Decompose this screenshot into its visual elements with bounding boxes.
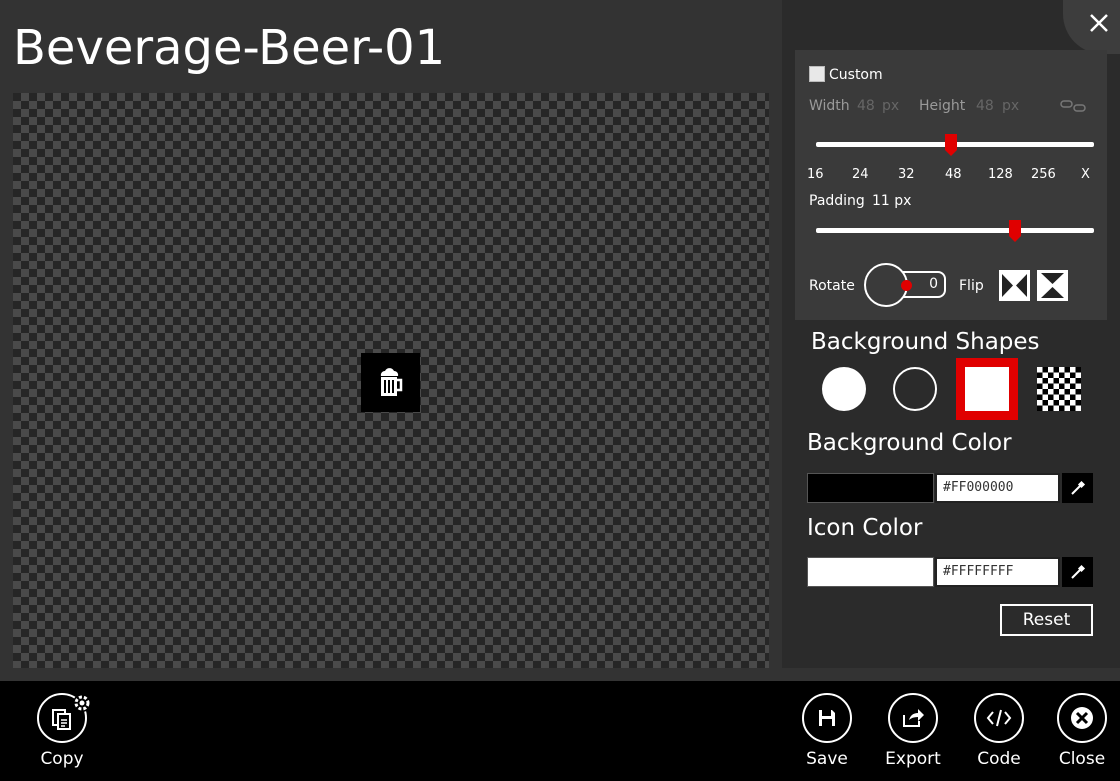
icon-color-heading: Icon Color: [807, 515, 923, 541]
copy-icon: [37, 693, 91, 743]
bottom-app-bar: [0, 681, 1120, 781]
eyedropper-icon: [1070, 480, 1085, 495]
background-color-heading: Background Color: [807, 430, 1012, 456]
close-label: Close: [1058, 749, 1106, 769]
padding-slider[interactable]: [816, 228, 1094, 233]
icon-editor-window: Beverage-Beer-01 Custom Width 48 px Heig…: [0, 0, 1120, 781]
close-icon: [1090, 14, 1108, 32]
background-shapes-heading: Background Shapes: [811, 329, 1040, 355]
flip-vertical-icon: [1041, 273, 1064, 298]
width-label: Width: [809, 98, 850, 114]
code-button[interactable]: Code: [964, 693, 1034, 769]
background-color-swatch[interactable]: [807, 473, 934, 503]
rotate-label: Rotate: [809, 278, 855, 294]
flip-horizontal-button[interactable]: [999, 270, 1030, 301]
reset-button[interactable]: Reset: [1000, 604, 1093, 636]
export-icon: [888, 693, 938, 743]
link-aspect-icon[interactable]: [1060, 98, 1086, 114]
gear-icon: [73, 694, 91, 712]
size-tick[interactable]: 256: [1031, 167, 1056, 182]
square-swatch: [965, 367, 1009, 411]
code-icon: [974, 693, 1024, 743]
background-eyedropper-button[interactable]: [1062, 473, 1093, 503]
shape-transparent-option[interactable]: [1037, 367, 1081, 411]
close-button[interactable]: Close: [1047, 693, 1117, 769]
shape-circle-outline-option[interactable]: [893, 367, 937, 411]
icon-color-swatch[interactable]: [807, 557, 934, 587]
size-tick[interactable]: 48: [945, 167, 962, 182]
close-icon: [1057, 693, 1107, 743]
height-value[interactable]: 48: [976, 98, 994, 114]
shape-circle-filled-option[interactable]: [822, 367, 866, 411]
copy-button[interactable]: Copy: [27, 693, 97, 769]
export-label: Export: [885, 749, 941, 769]
padding-slider-thumb[interactable]: [1009, 220, 1021, 242]
shape-square-option-selected[interactable]: [956, 358, 1018, 420]
preview-canvas: [13, 93, 769, 668]
icon-eyedropper-button[interactable]: [1062, 557, 1093, 587]
size-tick[interactable]: 16: [807, 167, 824, 182]
export-button[interactable]: Export: [878, 693, 948, 769]
save-icon: [802, 693, 852, 743]
eyedropper-icon: [1070, 564, 1085, 579]
width-value[interactable]: 48: [857, 98, 875, 114]
size-tick[interactable]: 32: [898, 167, 915, 182]
beer-mug-icon: [380, 367, 402, 396]
size-tick[interactable]: 128: [988, 167, 1013, 182]
size-tick[interactable]: 24: [852, 167, 869, 182]
icon-color-hex-input[interactable]: #FFFFFFFF: [935, 557, 1060, 587]
custom-label: Custom: [829, 67, 883, 83]
flip-label: Flip: [959, 278, 984, 294]
flip-horizontal-icon: [1002, 274, 1027, 297]
save-button[interactable]: Save: [792, 693, 862, 769]
icon-preview: [361, 353, 420, 412]
size-tick[interactable]: X: [1081, 167, 1090, 182]
copy-label: Copy: [40, 749, 84, 769]
save-label: Save: [806, 749, 848, 769]
page-title: Beverage-Beer-01: [13, 20, 446, 76]
padding-label: Padding: [809, 193, 865, 209]
height-unit: px: [1002, 98, 1020, 114]
flip-vertical-button[interactable]: [1037, 270, 1068, 301]
height-label: Height: [919, 98, 966, 114]
width-unit: px: [882, 98, 900, 114]
size-slider-thumb[interactable]: [945, 134, 957, 156]
background-color-hex-input[interactable]: #FF000000: [935, 473, 1060, 503]
code-label: Code: [977, 749, 1021, 769]
rotate-dial-handle[interactable]: [901, 280, 912, 291]
custom-size-checkbox[interactable]: [809, 66, 825, 82]
padding-value: 11 px: [872, 193, 912, 209]
